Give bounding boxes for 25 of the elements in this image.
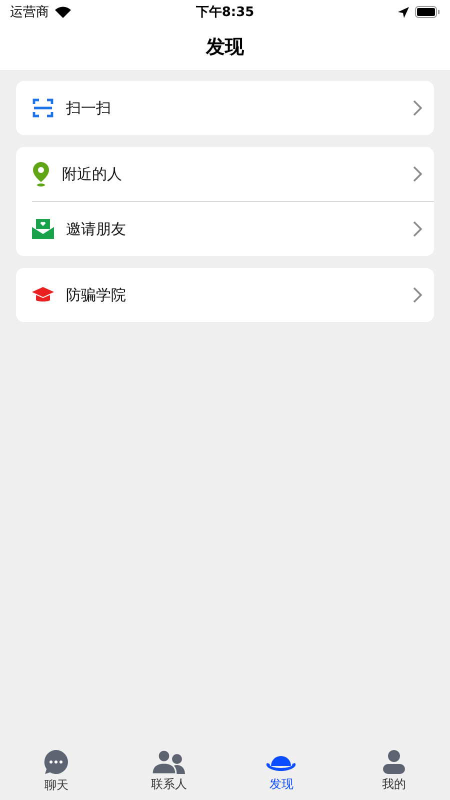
chevron-right-icon	[413, 100, 422, 116]
scan-icon	[32, 97, 54, 119]
tab-bar-item[interactable]: 聊天	[0, 742, 112, 800]
carrier-name: 运营商	[10, 4, 49, 21]
location-arrow-icon	[398, 6, 409, 18]
chat-bubble-icon	[43, 748, 70, 774]
graduation-cap-icon	[32, 286, 54, 304]
person-icon	[382, 750, 405, 774]
status-time: 下午8:35	[196, 4, 254, 21]
wifi-icon	[55, 6, 71, 18]
menu-item[interactable]: 防骗学院	[16, 268, 434, 322]
tab-bar-item[interactable]: 联系人	[112, 742, 225, 800]
envelope-heart-icon	[32, 218, 54, 240]
menu-item[interactable]: 附近的人	[16, 147, 434, 201]
chevron-right-icon	[413, 166, 422, 182]
page-title: 发现	[206, 35, 244, 60]
battery-icon	[415, 6, 440, 18]
chevron-right-icon	[413, 221, 422, 237]
chevron-right-icon	[413, 287, 422, 303]
location-pin-icon	[32, 161, 50, 187]
people-icon	[152, 750, 186, 774]
tab-bar-item[interactable]: 我的	[338, 742, 450, 800]
menu-item[interactable]: 扫一扫	[16, 81, 434, 135]
menu-item[interactable]: 邀请朋友	[16, 202, 434, 256]
tab-bar-item[interactable]: 发现	[225, 742, 338, 800]
